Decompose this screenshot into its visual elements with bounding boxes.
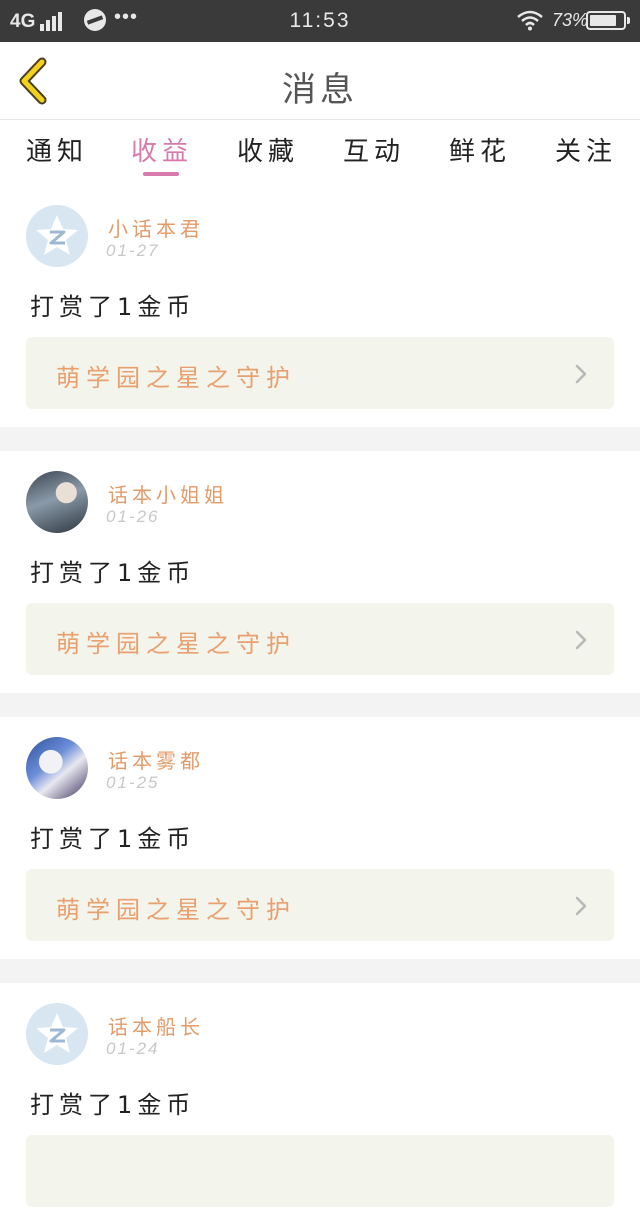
reward-text: 打赏了1金币 xyxy=(30,293,196,321)
avatar[interactable] xyxy=(26,471,88,533)
list-item: 话本雾都 01-25 打赏了1金币 萌学园之星之守护 xyxy=(0,717,640,959)
avatar[interactable] xyxy=(26,1003,88,1065)
earnings-feed: 小话本君 01-27 打赏了1金币 萌学园之星之守护 话本小姐姐 01-26 打… xyxy=(0,185,640,1225)
username[interactable]: 话本小姐姐 xyxy=(108,479,228,508)
battery-icon xyxy=(586,11,630,30)
list-item: 话本小姐姐 01-26 打赏了1金币 萌学园之星之守护 xyxy=(0,451,640,693)
battery-level: 73% xyxy=(552,10,589,30)
avatar[interactable] xyxy=(26,205,88,267)
story-title: 萌学园之星之守护 xyxy=(56,630,296,658)
tab-flowers[interactable]: 鲜花 xyxy=(425,131,535,168)
tab-following[interactable]: 关注 xyxy=(531,131,640,168)
story-link[interactable]: 萌学园之星之守护 xyxy=(26,337,614,409)
tab-favorites[interactable]: 收藏 xyxy=(213,131,323,168)
reward-text: 打赏了1金币 xyxy=(30,559,196,587)
list-item: 小话本君 01-27 打赏了1金币 萌学园之星之守护 xyxy=(0,185,640,427)
page-title: 消息 xyxy=(282,70,358,110)
date: 01-26 xyxy=(106,507,160,526)
reward-text: 打赏了1金币 xyxy=(30,825,196,853)
tab-bar: 通知 收益 收藏 互动 鲜花 关注 xyxy=(0,121,640,185)
story-link[interactable]: 萌学园之星之守护 xyxy=(26,869,614,941)
active-tab-indicator xyxy=(143,172,179,176)
avatar[interactable] xyxy=(26,737,88,799)
divider xyxy=(0,693,640,717)
status-bar: 4G ••• 11:53 73% xyxy=(0,0,640,42)
story-link[interactable] xyxy=(26,1135,614,1207)
date: 01-24 xyxy=(106,1039,160,1058)
username[interactable]: 小话本君 xyxy=(108,213,204,242)
story-title: 萌学园之星之守护 xyxy=(56,364,296,392)
wifi-icon xyxy=(517,10,543,31)
username[interactable]: 话本雾都 xyxy=(108,745,204,774)
default-avatar-icon xyxy=(36,1013,78,1053)
divider xyxy=(0,427,640,451)
username[interactable]: 话本船长 xyxy=(108,1011,204,1040)
clock: 11:53 xyxy=(289,9,351,32)
chevron-right-icon xyxy=(575,630,587,650)
date: 01-25 xyxy=(106,773,160,792)
tab-interactions[interactable]: 互动 xyxy=(319,131,429,168)
tab-notifications[interactable]: 通知 xyxy=(2,131,112,168)
divider xyxy=(0,959,640,983)
tab-earnings[interactable]: 收益 xyxy=(107,131,217,168)
list-item: 话本船长 01-24 打赏了1金币 xyxy=(0,983,640,1225)
default-avatar-icon xyxy=(36,215,78,255)
date: 01-27 xyxy=(106,241,160,260)
nav-bar: 消息 xyxy=(0,42,640,120)
story-title: 萌学园之星之守护 xyxy=(56,896,296,924)
reward-text: 打赏了1金币 xyxy=(30,1091,196,1119)
chevron-right-icon xyxy=(575,364,587,384)
story-link[interactable]: 萌学园之星之守护 xyxy=(26,603,614,675)
chevron-right-icon xyxy=(575,896,587,916)
